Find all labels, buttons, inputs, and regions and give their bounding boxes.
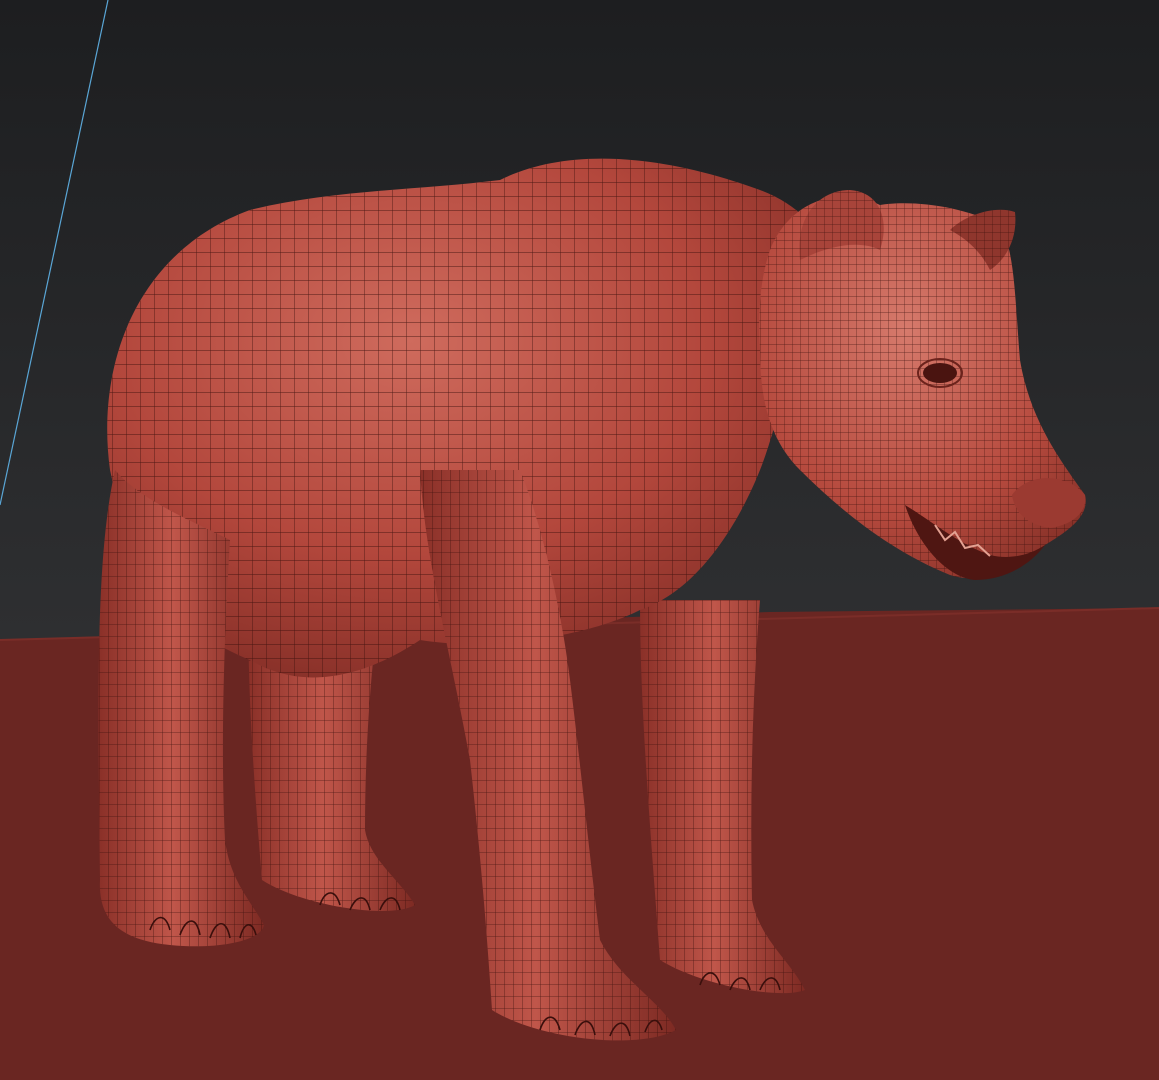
viewport-canvas[interactable] [0,0,1159,1080]
3d-viewport[interactable] [0,0,1159,1080]
bear-eye [923,363,957,383]
